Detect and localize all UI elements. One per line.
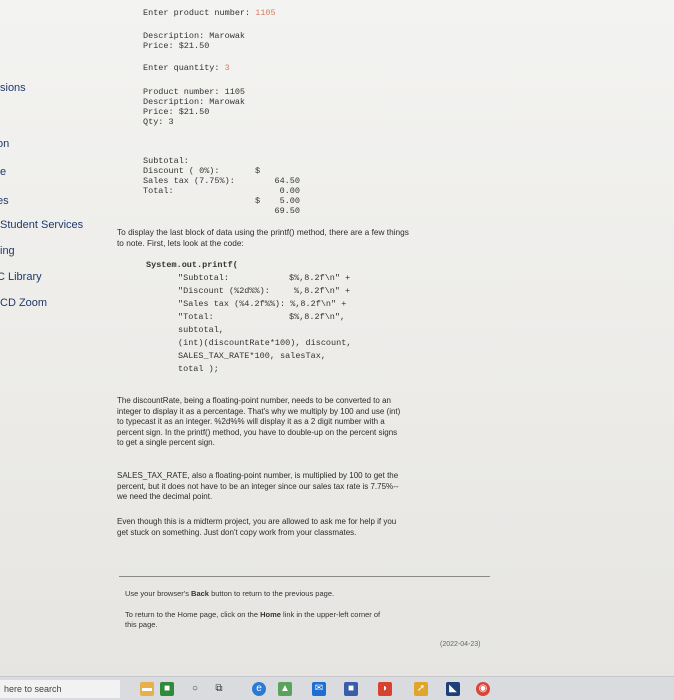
console-summary-price: Price: $21.50	[143, 107, 210, 117]
sidebar-item-es[interactable]: es	[0, 195, 9, 207]
console-product-input: 1105	[255, 8, 276, 18]
home-keyword: Home	[260, 610, 281, 619]
cortana-circle-icon[interactable]: ○	[188, 682, 202, 696]
console-summary-qty: Qty: 3	[143, 117, 174, 127]
code-line-4: "Sales tax (%4.2f%%): %,8.2f\n" +	[178, 299, 347, 309]
totals-row-sales-tax: Sales tax (7.75%): 5.00	[143, 176, 300, 206]
console-description: Description: Marowak	[143, 31, 246, 41]
footer-divider	[119, 576, 490, 577]
office-icon[interactable]: ◗	[378, 682, 392, 696]
sidebar-item-e[interactable]: e	[0, 166, 6, 178]
console-product-prompt: Enter product number: 1105	[143, 8, 276, 18]
code-line-5b: $%,8.2f\n",	[289, 312, 346, 322]
code-line-7: (int)(discountRate*100), discount,	[178, 338, 352, 348]
sidebar-item-student-services[interactable]: Student Services	[0, 219, 83, 231]
edge-icon[interactable]: e	[252, 682, 266, 696]
revision-date: (2022-04-23)	[440, 641, 481, 648]
sidebar-item-on[interactable]: on	[0, 138, 9, 150]
code-line-3b: %,8.2f\n" +	[294, 286, 351, 296]
store-icon[interactable]: ▲	[278, 682, 292, 696]
console-output: Enter product number: 1105 Description: …	[143, 0, 313, 216]
console-summary-product: Product number: 1105	[143, 87, 246, 97]
back-instruction: Use your browser's Back button to return…	[125, 589, 335, 598]
app-badge-icon[interactable]: ■	[344, 682, 358, 696]
code-block: System.out.printf( "Subtotal: $%,8.2f\n"…	[146, 260, 396, 385]
code-line-2a: "Subtotal:	[178, 273, 230, 283]
code-line-1: System.out.printf(	[146, 260, 238, 270]
task-view-icon[interactable]: ⧉	[212, 682, 226, 696]
code-line-9: total );	[178, 364, 219, 374]
code-line-2b: $%,8.2f\n" +	[289, 273, 351, 283]
totals-row-total: Total: $ 69.50	[143, 186, 300, 216]
sidebar-item-cd-zoom[interactable]: CD Zoom	[0, 297, 47, 309]
console-price: Price: $21.50	[143, 41, 210, 51]
totals-row-discount: Discount ( 0%): 0.00	[143, 166, 300, 196]
console-quantity-prompt: Enter quantity: 3	[143, 63, 230, 73]
code-line-3a: "Discount (%2d%%):	[178, 286, 270, 296]
code-line-6: subtotal,	[178, 325, 224, 335]
sidebar-item-library[interactable]: C Library	[0, 271, 42, 283]
app-dark-icon[interactable]: ◣	[446, 682, 460, 696]
console-totals: Subtotal: $ 64.50 Discount ( 0%): 0.00 S…	[143, 146, 300, 216]
sidebar-item-sessions[interactable]: sions	[0, 82, 26, 94]
sidebar-item-ing[interactable]: ing	[0, 245, 15, 257]
chrome-icon[interactable]: ◉	[476, 682, 490, 696]
paragraph-discount-rate: The discountRate, being a floating-point…	[117, 396, 401, 447]
browser-page: sions on e es Student Services ing C Lib…	[0, 0, 674, 676]
paragraph-sales-tax: SALES_TAX_RATE, also a floating-point nu…	[117, 471, 399, 501]
console-summary-description: Description: Marowak	[143, 97, 246, 107]
code-line-5a: "Total:	[178, 312, 214, 322]
back-keyword: Back	[191, 589, 209, 598]
sidebar-nav: sions on e es Student Services ing C Lib…	[0, 0, 100, 676]
taskbar: here to search ▬ ■ ○ ⧉ e ▲ ✉ ■ ◗ ➚ ◣ ◉	[0, 676, 674, 700]
code-line-8: SALES_TAX_RATE*100, salesTax,	[178, 351, 326, 361]
app-arrow-icon[interactable]: ➚	[414, 682, 428, 696]
totals-row-subtotal: Subtotal: $ 64.50	[143, 156, 300, 186]
paragraph-midterm-note: Even though this is a midterm project, y…	[117, 517, 397, 537]
file-explorer-icon[interactable]: ▬	[140, 682, 154, 696]
intro-paragraph: To display the last block of data using …	[117, 227, 409, 248]
console-quantity-input: 3	[224, 63, 230, 73]
taskbar-search-box[interactable]: here to search	[0, 680, 120, 698]
app-icon[interactable]: ■	[160, 682, 174, 696]
mail-icon[interactable]: ✉	[312, 682, 326, 696]
home-instruction: To return to the Home page, click on the…	[125, 610, 381, 629]
